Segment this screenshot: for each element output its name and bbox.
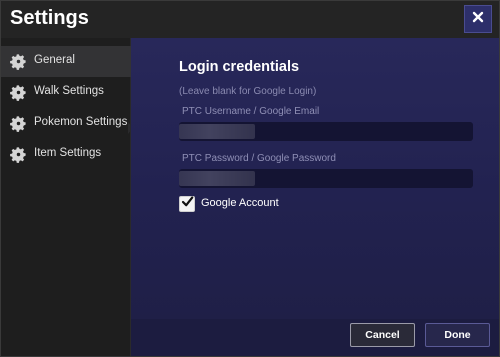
sidebar-item-item-settings[interactable]: Item Settings	[1, 139, 131, 170]
sidebar-item-label: Item Settings	[34, 147, 102, 159]
google-account-label: Google Account	[201, 197, 279, 209]
gear-icon	[9, 114, 28, 133]
done-button[interactable]: Done	[425, 323, 490, 347]
section-title: Login credentials	[179, 59, 300, 75]
main-panel: Login credentials (Leave blank for Googl…	[131, 38, 499, 319]
password-label: PTC Password / Google Password	[182, 153, 336, 164]
sidebar-item-walk-settings[interactable]: Walk Settings	[1, 77, 131, 108]
sidebar-item-label: Walk Settings	[34, 85, 104, 97]
title-bar: Settings	[1, 1, 499, 38]
settings-window: Settings General Walk Settings Pokemon S…	[0, 0, 500, 357]
gear-icon	[9, 52, 28, 71]
google-account-checkbox[interactable]	[179, 196, 195, 212]
password-redaction	[179, 171, 255, 186]
cancel-button[interactable]: Cancel	[350, 323, 415, 347]
sidebar: General Walk Settings Pokemon Settings I…	[1, 38, 133, 356]
username-label: PTC Username / Google Email	[182, 106, 320, 117]
checkmark-icon	[181, 195, 194, 213]
gear-icon	[9, 83, 28, 102]
dialog-footer: Cancel Done	[131, 319, 499, 356]
close-icon	[472, 10, 484, 28]
sidebar-item-label: General	[34, 54, 75, 66]
sidebar-item-general[interactable]: General	[1, 46, 131, 77]
sidebar-item-label: Pokemon Settings	[34, 116, 128, 128]
login-hint: (Leave blank for Google Login)	[179, 86, 317, 97]
window-title: Settings	[10, 7, 89, 29]
sidebar-item-pokemon-settings[interactable]: Pokemon Settings	[1, 108, 131, 139]
username-redaction	[179, 124, 255, 139]
gear-icon	[9, 145, 28, 164]
close-button[interactable]	[464, 5, 492, 33]
